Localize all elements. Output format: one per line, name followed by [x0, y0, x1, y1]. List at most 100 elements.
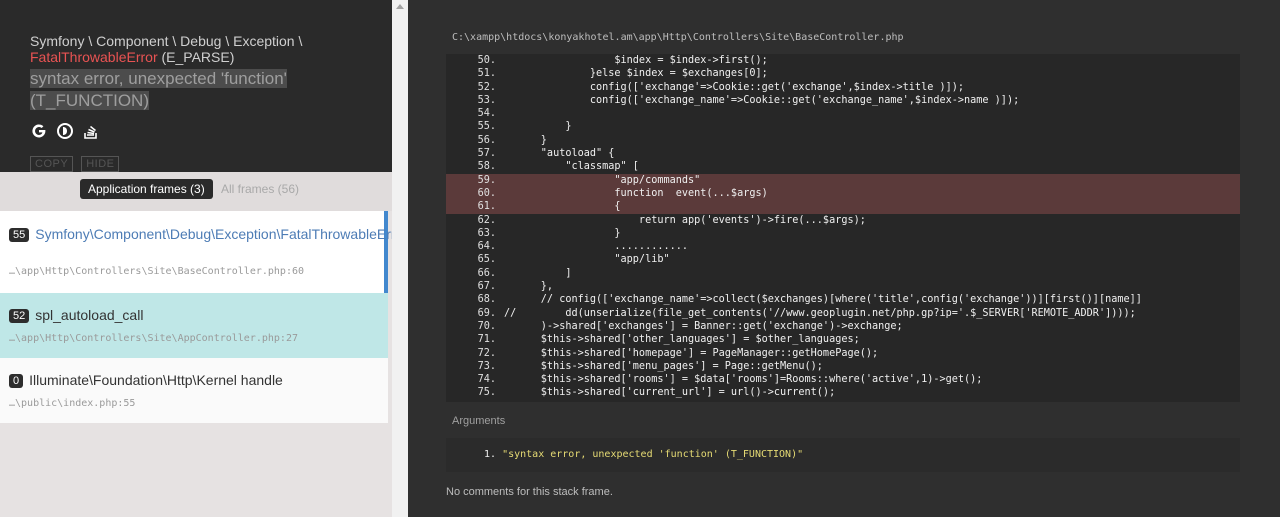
code-text: "classmap" [	[504, 161, 639, 173]
code-text: // dd(unserialize(file_get_contents('//w…	[504, 307, 1136, 319]
exception-code: (E_PARSE)	[161, 49, 235, 65]
code-line: 54.	[446, 107, 1240, 120]
line-number: 51.	[477, 68, 496, 80]
code-line: 70. )->shared['exchanges'] = Banner::get…	[446, 320, 1240, 333]
code-line: 65. "app/lib"	[446, 253, 1240, 266]
code-text: "app/lib"	[504, 254, 670, 266]
frame-number: 0	[9, 374, 24, 388]
line-number: 66.	[477, 267, 496, 279]
line-number: 54.	[477, 108, 496, 120]
argument-item: 1. "syntax error, unexpected 'function' …	[484, 449, 803, 460]
argument-value: "syntax error, unexpected 'function' (T_…	[502, 449, 804, 460]
copy-button[interactable]: COPY	[30, 156, 74, 172]
code-line: 51. }else $index = $exchanges[0];	[446, 67, 1240, 80]
line-number: 61.	[477, 201, 496, 213]
line-number: 75.	[477, 387, 496, 399]
tab-application-frames[interactable]: Application frames (3)	[80, 179, 213, 199]
line-number: 57.	[477, 148, 496, 160]
line-number: 56.	[477, 134, 496, 146]
stack-frame[interactable]: 55 Symfony\Component\Debug\Exception\Fata…	[0, 211, 408, 293]
duckduckgo-icon[interactable]	[56, 122, 74, 140]
code-line: 74. $this->shared['rooms'] = $data['room…	[446, 373, 1240, 386]
search-links	[30, 122, 100, 140]
code-line: 68. // config(['exchange_name'=>collect(…	[446, 293, 1240, 306]
exception-namespace: Symfony \ Component \ Debug \ Exception …	[30, 33, 303, 49]
frame-path: …\app\Http\Controllers\Site\BaseControll…	[9, 266, 305, 277]
frame-number: 52	[9, 309, 30, 323]
code-text: $this->shared['rooms'] = $data['rooms']=…	[504, 374, 983, 386]
code-line: 60. function event(...$args)	[446, 186, 1240, 201]
frame-title: Illuminate\Foundation\Http\Kernel handle	[29, 372, 283, 388]
line-number: 55.	[477, 121, 496, 133]
stack-frame[interactable]: 0 Illuminate\Foundation\Http\Kernel handl…	[0, 358, 388, 423]
line-number: 62.	[477, 214, 496, 226]
code-line: 52. config(['exchange'=>Cookie::get('exc…	[446, 81, 1240, 94]
code-line: 55. }	[446, 120, 1240, 133]
line-number: 74.	[477, 374, 496, 386]
exception-class: Symfony \ Component \ Debug \ Exception …	[30, 33, 370, 65]
line-number: 73.	[477, 360, 496, 372]
code-line: 73. $this->shared['menu_pages'] = Page::…	[446, 360, 1240, 373]
line-number: 72.	[477, 347, 496, 359]
code-text: }else $index = $exchanges[0];	[504, 68, 768, 80]
frame-path: …\app\Http\Controllers\Site\AppControlle…	[9, 333, 298, 344]
tab-all-frames[interactable]: All frames (56)	[221, 182, 299, 196]
line-number: 71.	[477, 334, 496, 346]
line-number: 63.	[477, 227, 496, 239]
scroll-up-arrow-icon[interactable]	[396, 4, 404, 9]
code-line: 62. return app('events')->fire(...$args)…	[446, 214, 1240, 227]
code-line: 53. config(['exchange_name'=>Cookie::get…	[446, 94, 1240, 107]
code-line: 75. $this->shared['current_url'] = url()…	[446, 386, 1240, 399]
line-number: 52.	[477, 81, 496, 93]
code-text: ............	[504, 241, 689, 253]
line-number: 59.	[477, 174, 496, 186]
code-line: 50. $index = $index->first();	[446, 54, 1240, 67]
code-line: 59. "app/commands"	[446, 173, 1240, 187]
code-text: function event(...$args)	[504, 187, 768, 199]
no-comments-text: No comments for this stack frame.	[446, 486, 613, 498]
exception-name: FatalThrowableError	[30, 49, 158, 65]
code-text: )->shared['exchanges'] = Banner::get('ex…	[504, 320, 903, 332]
code-text: }	[504, 121, 572, 133]
code-text: }	[504, 134, 547, 146]
code-panel: C:\xampp\htdocs\konyakhotel.am\app\Http\…	[408, 0, 1280, 517]
line-number: 65.	[477, 254, 496, 266]
line-number: 68.	[477, 294, 496, 306]
google-icon[interactable]	[30, 122, 48, 140]
code-text: {	[504, 201, 621, 213]
code-line: 56. }	[446, 134, 1240, 147]
hide-button[interactable]: HIDE	[81, 156, 120, 172]
code-line: 71. $this->shared['other_languages'] = $…	[446, 333, 1240, 346]
code-text: $this->shared['menu_pages'] = Page::getM…	[504, 360, 823, 372]
code-line: 69. // dd(unserialize(file_get_contents('…	[446, 307, 1240, 320]
code-line: 61. {	[446, 200, 1240, 214]
code-text: $this->shared['current_url'] = url()->cu…	[504, 387, 836, 399]
code-text: return app('events')->fire(...$args);	[504, 214, 866, 226]
stackoverflow-icon[interactable]	[82, 122, 100, 140]
code-text: // config(['exchange_name'=>collect($exc…	[504, 294, 1142, 306]
scrollbar[interactable]	[392, 0, 408, 517]
line-number: 50.	[477, 55, 496, 66]
code-line: 58. "classmap" [	[446, 160, 1240, 173]
stack-frame[interactable]: 52 spl_autoload_call …\app\Http\Controlle…	[0, 293, 388, 358]
code-text: }	[504, 227, 621, 239]
line-number: 53.	[477, 94, 496, 106]
code-text: ]	[504, 267, 572, 279]
arguments-box: 1. "syntax error, unexpected 'function' …	[446, 438, 1240, 472]
exception-header: Symfony \ Component \ Debug \ Exception …	[0, 0, 392, 172]
stack-panel: Symfony \ Component \ Debug \ Exception …	[0, 0, 408, 517]
argument-index: 1.	[484, 449, 497, 460]
code-line: 67. },	[446, 280, 1240, 293]
code-line: 64. ............	[446, 240, 1240, 253]
code-text: config(['exchange_name'=>Cookie::get('ex…	[504, 94, 1020, 106]
code-text: "autoload" {	[504, 148, 615, 160]
line-number: 60.	[477, 187, 496, 199]
code-text: $this->shared['other_languages'] = $othe…	[504, 334, 860, 346]
line-number: 69.	[477, 307, 496, 319]
line-number: 64.	[477, 241, 496, 253]
code-text: },	[504, 281, 554, 293]
frame-tabs: Application frames (3) All frames (56)	[0, 172, 392, 211]
line-number: 58.	[477, 161, 496, 173]
code-text: "app/commands"	[504, 174, 701, 186]
file-path[interactable]: C:\xampp\htdocs\konyakhotel.am\app\Http\…	[452, 32, 904, 43]
